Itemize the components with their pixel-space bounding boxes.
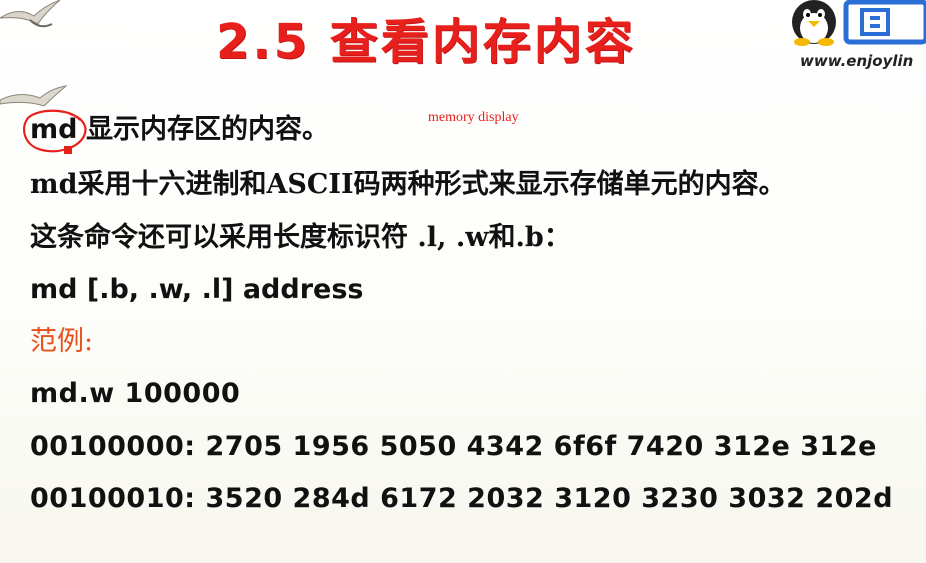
example-command: md.w 100000 bbox=[30, 378, 241, 409]
seagull-icon bbox=[0, 0, 68, 107]
md-syntax: md [.b, .w, .l] address bbox=[30, 274, 364, 305]
slide: 2.5 查看内存内容 www.enjoylin memory display m… bbox=[0, 0, 926, 563]
line-hex-ascii: md采用十六进制和ASCII码两种形式来显示存储单元的内容。 bbox=[30, 169, 786, 200]
md-description: 显示内存区的内容。 bbox=[86, 114, 330, 145]
handwritten-annotation: memory display bbox=[428, 110, 519, 125]
md-command: md bbox=[30, 114, 78, 145]
dump-line-1: 00100000: 2705 1956 5050 4342 6f6f 7420 … bbox=[30, 431, 877, 462]
penguin-icon bbox=[792, 0, 926, 46]
slide-title: 2.5 查看内存内容 bbox=[216, 14, 636, 70]
example-label: 范例: bbox=[30, 326, 94, 357]
line-md-description: md 显示内存区的内容。 bbox=[30, 113, 329, 147]
dump-line-2: 00100010: 3520 284d 6172 2032 3120 3230 … bbox=[30, 483, 894, 514]
website-url: www.enjoylin bbox=[800, 52, 914, 70]
line-length-specifiers: 这条命令还可以采用长度标识符 .l, .w和.b： bbox=[30, 222, 571, 253]
